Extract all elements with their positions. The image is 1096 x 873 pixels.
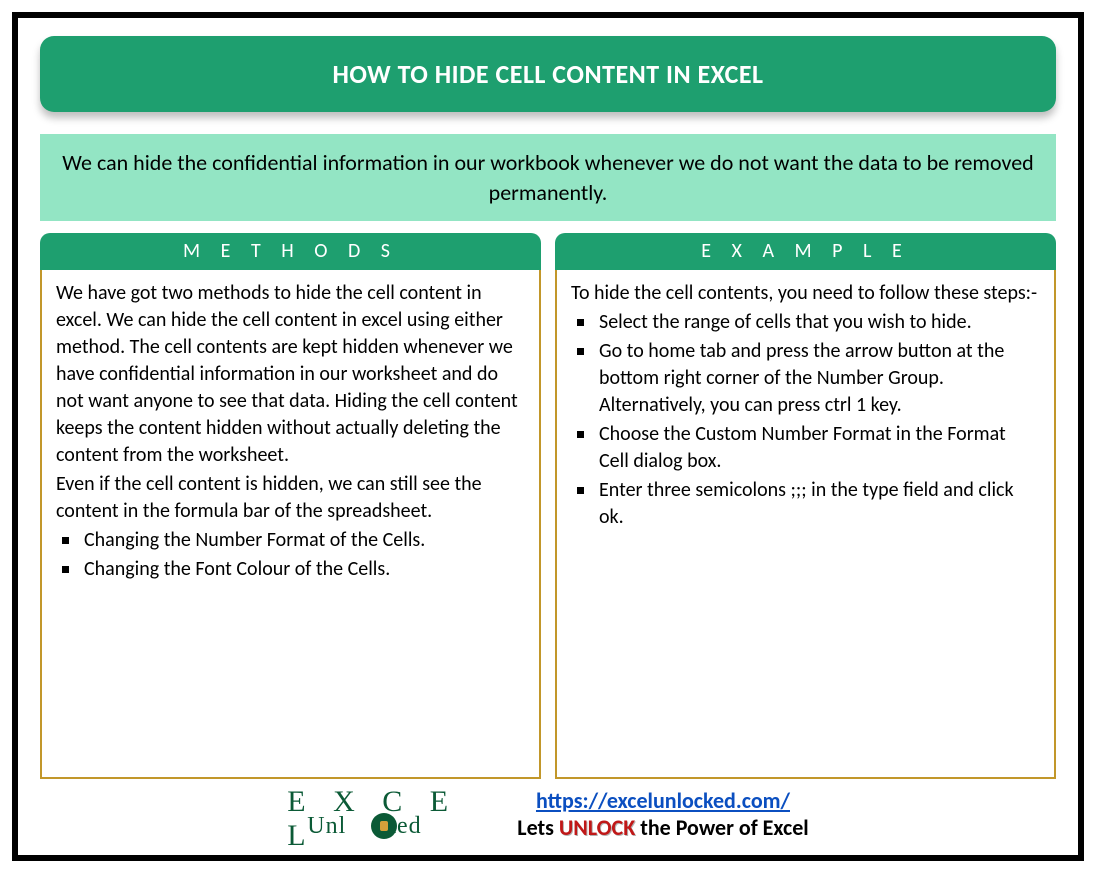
- tagline-post: the Power of Excel: [635, 814, 808, 841]
- example-intro: To hide the cell contents, you need to f…: [571, 280, 1040, 307]
- example-header-label: E X A M P L E: [701, 239, 909, 263]
- list-item: Choose the Custom Number Format in the F…: [599, 421, 1040, 475]
- list-item: Changing the Font Colour of the Cells.: [84, 556, 525, 583]
- example-body: To hide the cell contents, you need to f…: [555, 270, 1056, 779]
- list-item: Changing the Number Format of the Cells.: [84, 527, 525, 554]
- footer: E X C E L Unloocked https://excelunlocke…: [40, 779, 1056, 843]
- brand-logo: E X C E L Unloocked: [287, 785, 487, 843]
- methods-column: M E T H O D S We have got two methods to…: [40, 233, 541, 779]
- methods-para-2: Even if the cell content is hidden, we c…: [56, 471, 525, 525]
- tagline-highlight: UNLOCK: [559, 814, 635, 841]
- example-header: E X A M P L E: [555, 233, 1056, 270]
- page-title: HOW TO HIDE CELL CONTENT IN EXCEL: [332, 58, 763, 90]
- footer-text: https://excelunlocked.com/ Lets UNLOCK t…: [517, 787, 808, 842]
- methods-bullet-list: Changing the Number Format of the Cells.…: [56, 527, 525, 583]
- logo-bottom-left: Unl: [307, 813, 346, 839]
- page-frame: HOW TO HIDE CELL CONTENT IN EXCEL We can…: [12, 12, 1084, 861]
- title-banner: HOW TO HIDE CELL CONTENT IN EXCEL: [40, 36, 1056, 112]
- list-item: Select the range of cells that you wish …: [599, 309, 1040, 336]
- example-column: E X A M P L E To hide the cell contents,…: [555, 233, 1056, 779]
- columns-row: M E T H O D S We have got two methods to…: [40, 233, 1056, 779]
- list-item: Go to home tab and press the arrow butto…: [599, 338, 1040, 419]
- list-item: Enter three semicolons ;;; in the type f…: [599, 477, 1040, 531]
- methods-header-label: M E T H O D S: [183, 239, 398, 263]
- intro-box: We can hide the confidential information…: [40, 134, 1056, 221]
- site-link[interactable]: https://excelunlocked.com/: [536, 787, 790, 814]
- tagline-pre: Lets: [517, 814, 559, 841]
- intro-text: We can hide the confidential information…: [62, 149, 1033, 206]
- tagline: Lets UNLOCK the Power of Excel: [517, 814, 808, 841]
- methods-body: We have got two methods to hide the cell…: [40, 270, 541, 779]
- example-step-list: Select the range of cells that you wish …: [571, 309, 1040, 531]
- methods-header: M E T H O D S: [40, 233, 541, 270]
- methods-para-1: We have got two methods to hide the cell…: [56, 280, 525, 469]
- logo-bottom-text: Unloocked: [307, 813, 421, 840]
